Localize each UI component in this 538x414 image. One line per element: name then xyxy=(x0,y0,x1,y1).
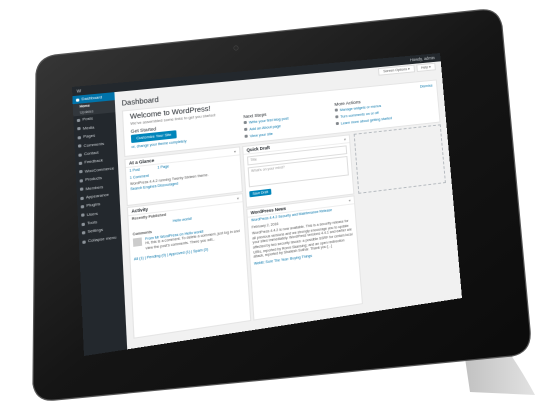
next-step-label: View your site xyxy=(249,131,273,138)
page-title: Dashboard xyxy=(121,96,159,108)
collapse-icon[interactable]: ▾ xyxy=(237,195,240,202)
dismiss-link[interactable]: Dismiss xyxy=(420,84,433,89)
camera-icon xyxy=(233,45,239,51)
help-button[interactable]: Help ▾ xyxy=(416,62,436,73)
bullet-icon xyxy=(244,134,248,138)
menu-icon xyxy=(82,239,86,244)
menu-icon xyxy=(76,118,81,123)
menu-icon xyxy=(77,144,82,148)
menu-icon xyxy=(81,213,85,218)
collapse-icon[interactable]: ▾ xyxy=(344,136,347,143)
wordpress-news-widget: WordPress News ▾ WordPress 4.4.2 Security… xyxy=(246,195,363,321)
wordpress-logo-icon[interactable]: W xyxy=(77,88,82,93)
collapse-icon[interactable]: ▾ xyxy=(234,148,237,155)
menu-icon xyxy=(78,153,82,157)
menu-icon xyxy=(78,161,83,166)
bullet-icon xyxy=(243,120,247,125)
menu-icon xyxy=(81,231,86,235)
tablet-device: W Howdy, admin Dashboard Home Updates Posts… xyxy=(0,0,538,414)
collapse-icon[interactable]: ▾ xyxy=(348,197,351,204)
bullet-icon xyxy=(334,108,338,112)
menu-icon xyxy=(80,204,85,209)
menu-icon xyxy=(79,187,84,192)
menu-icon xyxy=(79,178,84,183)
activity-widget: Activity ▾ Recently Published Hello world… xyxy=(126,193,252,339)
menu-icon xyxy=(77,135,82,140)
quick-draft-title: Quick Draft xyxy=(246,145,271,153)
activity-title: Activity xyxy=(131,206,149,214)
empty-widget-dropzone xyxy=(353,124,446,194)
menu-icon xyxy=(75,98,80,102)
more-actions-list: Manage widgets or menus Turn comments on … xyxy=(334,101,393,127)
bullet-icon xyxy=(244,127,248,132)
menu-icon xyxy=(79,170,83,174)
avatar xyxy=(132,237,143,247)
menu-icon xyxy=(80,196,84,200)
save-draft-button[interactable]: Save Draft xyxy=(249,188,272,198)
screen-options-button[interactable]: Screen Options ▾ xyxy=(378,64,415,76)
next-steps-list: Write your first blog post Add an About p… xyxy=(243,115,289,140)
at-a-glance-title: At a Glance xyxy=(128,157,155,166)
menu-icon xyxy=(81,222,85,226)
bullet-icon xyxy=(335,121,339,126)
bullet-icon xyxy=(335,115,339,119)
menu-icon xyxy=(77,127,81,131)
